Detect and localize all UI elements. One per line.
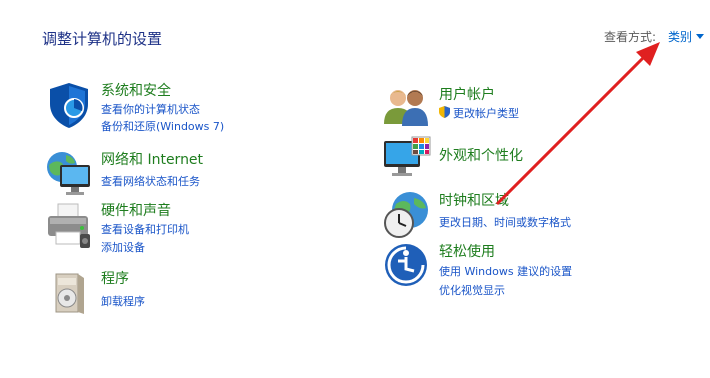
annotation-arrow bbox=[495, 42, 660, 206]
